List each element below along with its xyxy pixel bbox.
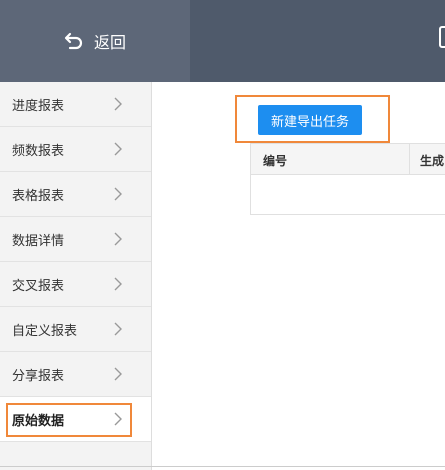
- chevron-right-icon: [114, 322, 122, 336]
- sidebar-item-label: 交叉报表: [12, 278, 65, 294]
- back-button[interactable]: 返回: [0, 0, 190, 82]
- new-export-task-button[interactable]: 新建导出任务: [258, 105, 362, 135]
- chevron-right-icon: [114, 367, 122, 381]
- sidebar-item-label: 自定义报表: [12, 323, 78, 339]
- sidebar-item-label: 进度报表: [12, 98, 65, 114]
- column-header-generated: 生成: [420, 154, 445, 168]
- chevron-right-icon: [114, 277, 122, 291]
- divider: [0, 466, 445, 467]
- export-task-table: 编号 生成: [250, 143, 445, 215]
- sidebar-item-cross-report[interactable]: 交叉报表: [0, 262, 151, 307]
- back-label: 返回: [93, 33, 126, 52]
- back-arrow-icon: [64, 32, 83, 50]
- sidebar-item-frequency-report[interactable]: 频数报表: [0, 127, 151, 172]
- chevron-right-icon: [114, 232, 122, 246]
- sidebar-item-raw-data[interactable]: 原始数据: [0, 397, 151, 442]
- sidebar-item-label: 原始数据: [12, 413, 65, 429]
- chevron-right-icon: [114, 412, 122, 426]
- top-bar: 返回: [0, 0, 445, 82]
- table-header: 编号 生成: [251, 144, 445, 175]
- sidebar-item-data-details[interactable]: 数据详情: [0, 217, 151, 262]
- column-divider: [409, 144, 410, 175]
- sidebar-item-share-report[interactable]: 分享报表: [0, 352, 151, 397]
- chevron-right-icon: [114, 142, 122, 156]
- chevron-right-icon: [114, 187, 122, 201]
- sidebar-item-label: 分享报表: [12, 368, 65, 384]
- sidebar-item-label: 数据详情: [12, 233, 65, 249]
- sidebar: 进度报表 频数报表 表格报表 数据详情 交叉报表 自定义报表 分享报表 原始数据: [0, 82, 152, 470]
- chevron-right-icon: [114, 97, 122, 111]
- sidebar-item-label: 表格报表: [12, 188, 65, 204]
- sidebar-item-table-report[interactable]: 表格报表: [0, 172, 151, 217]
- document-icon[interactable]: [439, 26, 445, 48]
- column-header-id: 编号: [263, 154, 288, 168]
- sidebar-item-custom-report[interactable]: 自定义报表: [0, 307, 151, 352]
- sidebar-item-label: 频数报表: [12, 143, 65, 159]
- sidebar-item-progress-report[interactable]: 进度报表: [0, 82, 151, 127]
